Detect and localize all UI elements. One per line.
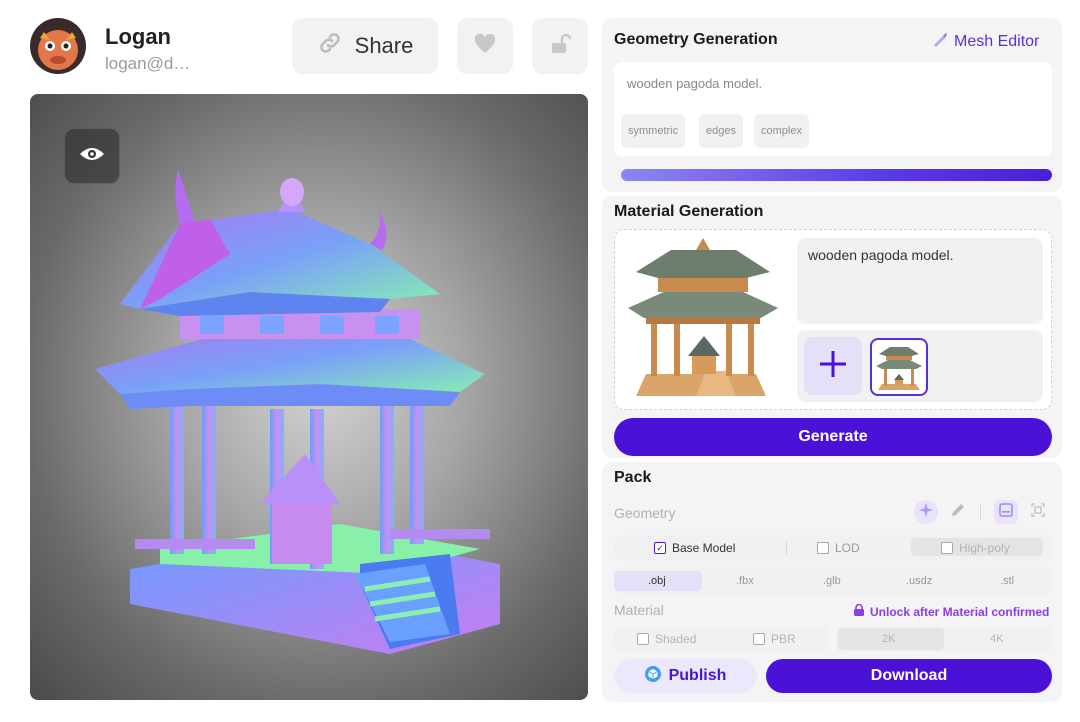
format-glb[interactable]: .glb	[823, 575, 841, 587]
material-prompt-text: wooden pagoda model.	[808, 247, 954, 263]
option-base-model[interactable]: ✓ Base Model	[654, 541, 735, 555]
share-label: Share	[354, 33, 414, 58]
tag-chip[interactable]: edges	[699, 114, 743, 148]
material-preview-image	[626, 236, 780, 402]
pack-title: Pack	[614, 469, 652, 486]
mesh-editor-link[interactable]: Mesh Editor	[932, 31, 1039, 52]
material-pack-label: Material	[614, 602, 664, 618]
reference-image-thumbnail[interactable]	[870, 338, 928, 396]
sparkle-icon	[919, 502, 933, 522]
option-label: Shaded	[655, 632, 697, 646]
edit-tool-button[interactable]	[946, 500, 970, 524]
option-label: LOD	[835, 541, 860, 555]
format-obj[interactable]: .obj	[648, 575, 666, 587]
pagoda-model	[95, 169, 500, 654]
unlock-label: Unlock after Material confirmed	[870, 604, 1050, 619]
checkbox-icon	[941, 542, 953, 554]
option-shaded[interactable]: Shaded	[637, 632, 696, 646]
generate-button[interactable]: Generate	[614, 418, 1052, 456]
add-image-button[interactable]	[804, 337, 862, 395]
checkbox-checked-icon: ✓	[654, 542, 666, 554]
publish-button[interactable]: Publish	[614, 659, 757, 693]
tag-chip[interactable]: symmetric	[621, 114, 686, 148]
focus-icon	[1031, 502, 1045, 522]
download-button[interactable]: Download	[766, 659, 1052, 693]
option-divider	[786, 542, 787, 554]
checkbox-icon	[637, 633, 649, 645]
heart-icon	[474, 33, 496, 59]
save-tool-button[interactable]	[994, 500, 1018, 524]
geometry-pack-label: Geometry	[614, 505, 676, 521]
brush-icon	[932, 31, 948, 52]
avatar[interactable]	[30, 18, 86, 74]
crop-tool-button[interactable]	[1026, 500, 1050, 524]
geometry-progress-bar	[621, 169, 1052, 181]
unlock-notice: Unlock after Material confirmed	[854, 603, 1050, 619]
geometry-title: Geometry Generation	[614, 31, 778, 48]
format-usdz[interactable]: .usdz	[906, 575, 932, 587]
app-page: Logan logan@d… Share Geometry Generation…	[0, 0, 1080, 722]
option-high-poly[interactable]: High-poly	[941, 541, 1010, 555]
resolution-4k[interactable]: 4K	[990, 633, 1003, 645]
cube-icon	[644, 665, 661, 687]
user-email: logan@d…	[105, 54, 191, 73]
lock-icon	[854, 603, 864, 619]
unlock-icon	[548, 32, 572, 61]
option-lod[interactable]: LOD	[817, 541, 860, 555]
like-button[interactable]	[457, 18, 513, 74]
ai-tool-button[interactable]	[914, 500, 938, 524]
resolution-2k[interactable]: 2K	[882, 633, 895, 645]
plus-icon	[818, 349, 848, 384]
pencil-icon	[951, 503, 965, 522]
format-stl[interactable]: .stl	[1000, 575, 1014, 587]
publish-label: Publish	[668, 667, 727, 684]
mesh-editor-label: Mesh Editor	[954, 32, 1040, 50]
save-icon	[999, 502, 1013, 522]
checkbox-icon	[753, 633, 765, 645]
option-label: Base Model	[672, 541, 736, 555]
eye-icon	[79, 145, 105, 168]
checkbox-icon	[817, 542, 829, 554]
model-viewport[interactable]	[30, 94, 588, 700]
share-button[interactable]: Share	[292, 18, 438, 74]
material-title: Material Generation	[614, 203, 764, 220]
option-pbr[interactable]: PBR	[753, 632, 796, 646]
lock-button[interactable]	[532, 18, 588, 74]
option-label: PBR	[771, 632, 796, 646]
link-icon	[317, 30, 343, 62]
geometry-prompt-text: wooden pagoda model.	[627, 76, 763, 91]
option-label: High-poly	[959, 541, 1010, 555]
user-name: Logan	[105, 24, 171, 49]
visibility-toggle[interactable]	[64, 128, 120, 184]
format-fbx[interactable]: .fbx	[736, 575, 754, 587]
toolbar-divider	[980, 504, 981, 520]
tag-chip[interactable]: complex	[754, 114, 809, 148]
